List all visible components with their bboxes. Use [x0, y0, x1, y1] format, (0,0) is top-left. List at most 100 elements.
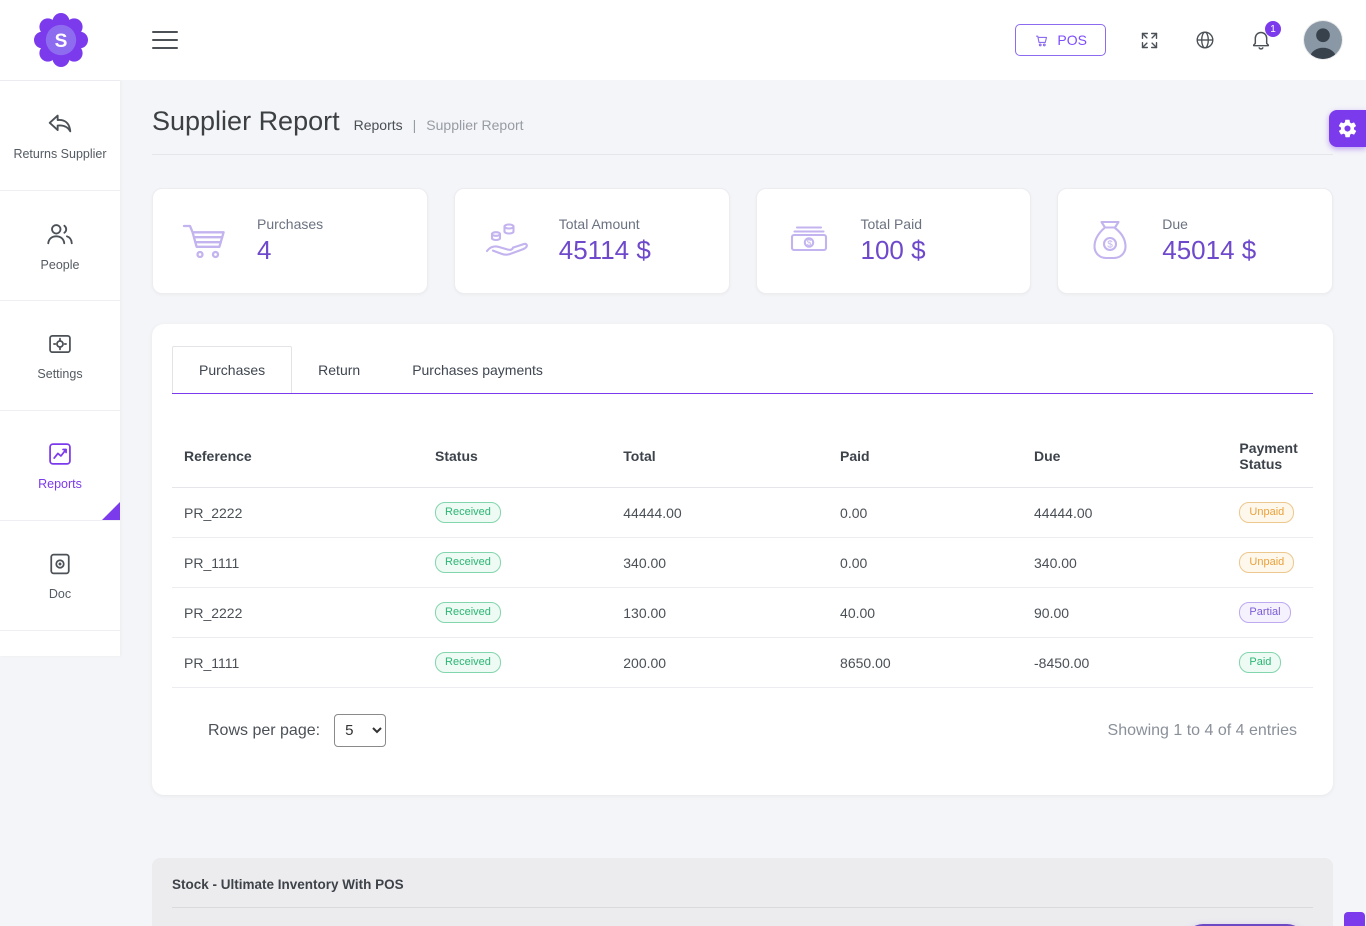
scroll-top-button[interactable]: [1344, 912, 1365, 926]
line-chart-icon: [46, 440, 74, 468]
cell-paid: 40.00: [828, 588, 1022, 638]
title-divider: [152, 154, 1333, 155]
notifications-button[interactable]: 1: [1248, 27, 1274, 53]
stat-value: 45014 $: [1162, 235, 1256, 266]
sidebar: Returns Supplier People Settings: [0, 80, 120, 656]
cell-reference: PR_1111: [172, 638, 423, 688]
stat-card-total-paid: $ Total Paid 100 $: [756, 188, 1032, 294]
rows-per-page-select[interactable]: 5: [334, 714, 386, 747]
column-header-status: Status: [423, 430, 611, 488]
language-button[interactable]: [1192, 27, 1218, 53]
globe-icon: [1194, 29, 1216, 51]
cell-due: 44444.00: [1022, 488, 1227, 538]
cell-reference: PR_2222: [172, 488, 423, 538]
doc-icon: [46, 550, 74, 578]
pagination-bar: Rows per page: 5 Showing 1 to 4 of 4 ent…: [172, 714, 1313, 747]
cell-reference: PR_1111: [172, 538, 423, 588]
svg-text:$: $: [1107, 240, 1113, 251]
table-row: PR_2222 Received 130.00 40.00 90.00 Part…: [172, 588, 1313, 638]
tab-bar: Purchases Return Purchases payments: [172, 346, 1313, 394]
column-header-total: Total: [611, 430, 828, 488]
return-arrow-icon: [46, 110, 74, 138]
pos-button-label: POS: [1057, 32, 1087, 48]
stat-label: Total Amount: [559, 216, 651, 232]
column-header-reference: Reference: [172, 430, 423, 488]
pos-cart-icon: [1034, 33, 1049, 48]
sidebar-item-settings[interactable]: Settings: [0, 301, 120, 411]
sidebar-item-label: Reports: [34, 477, 86, 492]
cell-due: 90.00: [1022, 588, 1227, 638]
tab-purchases-payments[interactable]: Purchases payments: [386, 346, 569, 393]
sidebar-item-label: Doc: [45, 587, 75, 602]
cell-total: 200.00: [611, 638, 828, 688]
table-header-row: Reference Status Total Paid Due Payment …: [172, 430, 1313, 488]
logo-flower-icon: S: [34, 13, 88, 67]
stat-value: 100 $: [861, 235, 926, 266]
app-root: S POS: [0, 0, 1366, 926]
supplier-report-table: Reference Status Total Paid Due Payment …: [172, 430, 1313, 688]
cell-paid: 0.00: [828, 538, 1022, 588]
tab-return[interactable]: Return: [292, 346, 386, 393]
breadcrumb: Reports | Supplier Report: [354, 117, 524, 133]
cell-total: 44444.00: [611, 488, 828, 538]
hand-coins-icon: [455, 213, 559, 269]
table-row: PR_2222 Received 44444.00 0.00 44444.00 …: [172, 488, 1313, 538]
payment-status-badge: Paid: [1239, 652, 1281, 673]
footer-copyright: © 2021 Stocky: [228, 922, 332, 926]
payment-status-badge: Partial: [1239, 602, 1290, 623]
theme-settings-button[interactable]: [1329, 110, 1366, 147]
page-header: Supplier Report Reports | Supplier Repor…: [152, 106, 1333, 137]
showing-entries-text: Showing 1 to 4 of 4 entries: [1108, 722, 1297, 740]
payment-status-badge: Unpaid: [1239, 552, 1294, 573]
breadcrumb-separator: |: [413, 117, 417, 133]
cell-reference: PR_2222: [172, 588, 423, 638]
status-badge: Received: [435, 552, 501, 573]
user-avatar[interactable]: [1304, 21, 1342, 59]
stat-value: 4: [257, 235, 323, 266]
main-content: Supplier Report Reports | Supplier Repor…: [120, 80, 1366, 926]
expand-arrows-icon: [1139, 30, 1160, 51]
stat-label: Total Paid: [861, 216, 926, 232]
sidebar-item-label: People: [37, 258, 84, 273]
sidebar-item-returns-supplier[interactable]: Returns Supplier: [0, 81, 120, 191]
active-corner-marker: [102, 502, 120, 520]
cell-due: -8450.00: [1022, 638, 1227, 688]
sidebar-item-label: Returns Supplier: [9, 147, 110, 162]
status-badge: Received: [435, 652, 501, 673]
cell-total: 340.00: [611, 538, 828, 588]
sidebar-item-reports[interactable]: Reports: [0, 411, 120, 521]
stat-label: Due: [1162, 216, 1256, 232]
fullscreen-button[interactable]: [1136, 27, 1162, 53]
notification-badge: 1: [1265, 21, 1281, 37]
stat-card-total-amount: Total Amount 45114 $: [454, 188, 730, 294]
stat-card-due: $ Due 45014 $: [1057, 188, 1333, 294]
payment-status-badge: Unpaid: [1239, 502, 1294, 523]
stats-row: Purchases 4: [152, 188, 1333, 294]
rows-per-page-label: Rows per page:: [208, 722, 320, 740]
sidebar-item-people[interactable]: People: [0, 191, 120, 301]
status-badge: Received: [435, 502, 501, 523]
page-title: Supplier Report: [152, 106, 340, 137]
footer: Stock - Ultimate Inventory With POS © 20…: [152, 858, 1333, 926]
breadcrumb-section[interactable]: Reports: [354, 117, 403, 133]
footer-divider: [172, 907, 1313, 908]
header-actions: POS 1: [1015, 0, 1342, 80]
breadcrumb-current: Supplier Report: [426, 117, 523, 133]
cell-paid: 0.00: [828, 488, 1022, 538]
banknotes-icon: $: [757, 213, 861, 269]
column-header-paid: Paid: [828, 430, 1022, 488]
svg-text:$: $: [806, 238, 811, 247]
people-icon: [45, 219, 75, 249]
stat-value: 45114 $: [559, 235, 651, 266]
avatar-image: [1304, 21, 1342, 59]
cell-due: 340.00: [1022, 538, 1227, 588]
status-badge: Received: [435, 602, 501, 623]
sidebar-item-doc[interactable]: Doc: [0, 521, 120, 631]
menu-toggle-button[interactable]: [152, 31, 178, 49]
app-logo[interactable]: S: [34, 13, 88, 67]
settings-box-icon: [46, 330, 74, 358]
pos-button[interactable]: POS: [1015, 24, 1106, 56]
tab-purchases[interactable]: Purchases: [172, 346, 292, 393]
report-card: Purchases Return Purchases payments Refe…: [152, 324, 1333, 795]
cart-icon: [153, 213, 257, 269]
